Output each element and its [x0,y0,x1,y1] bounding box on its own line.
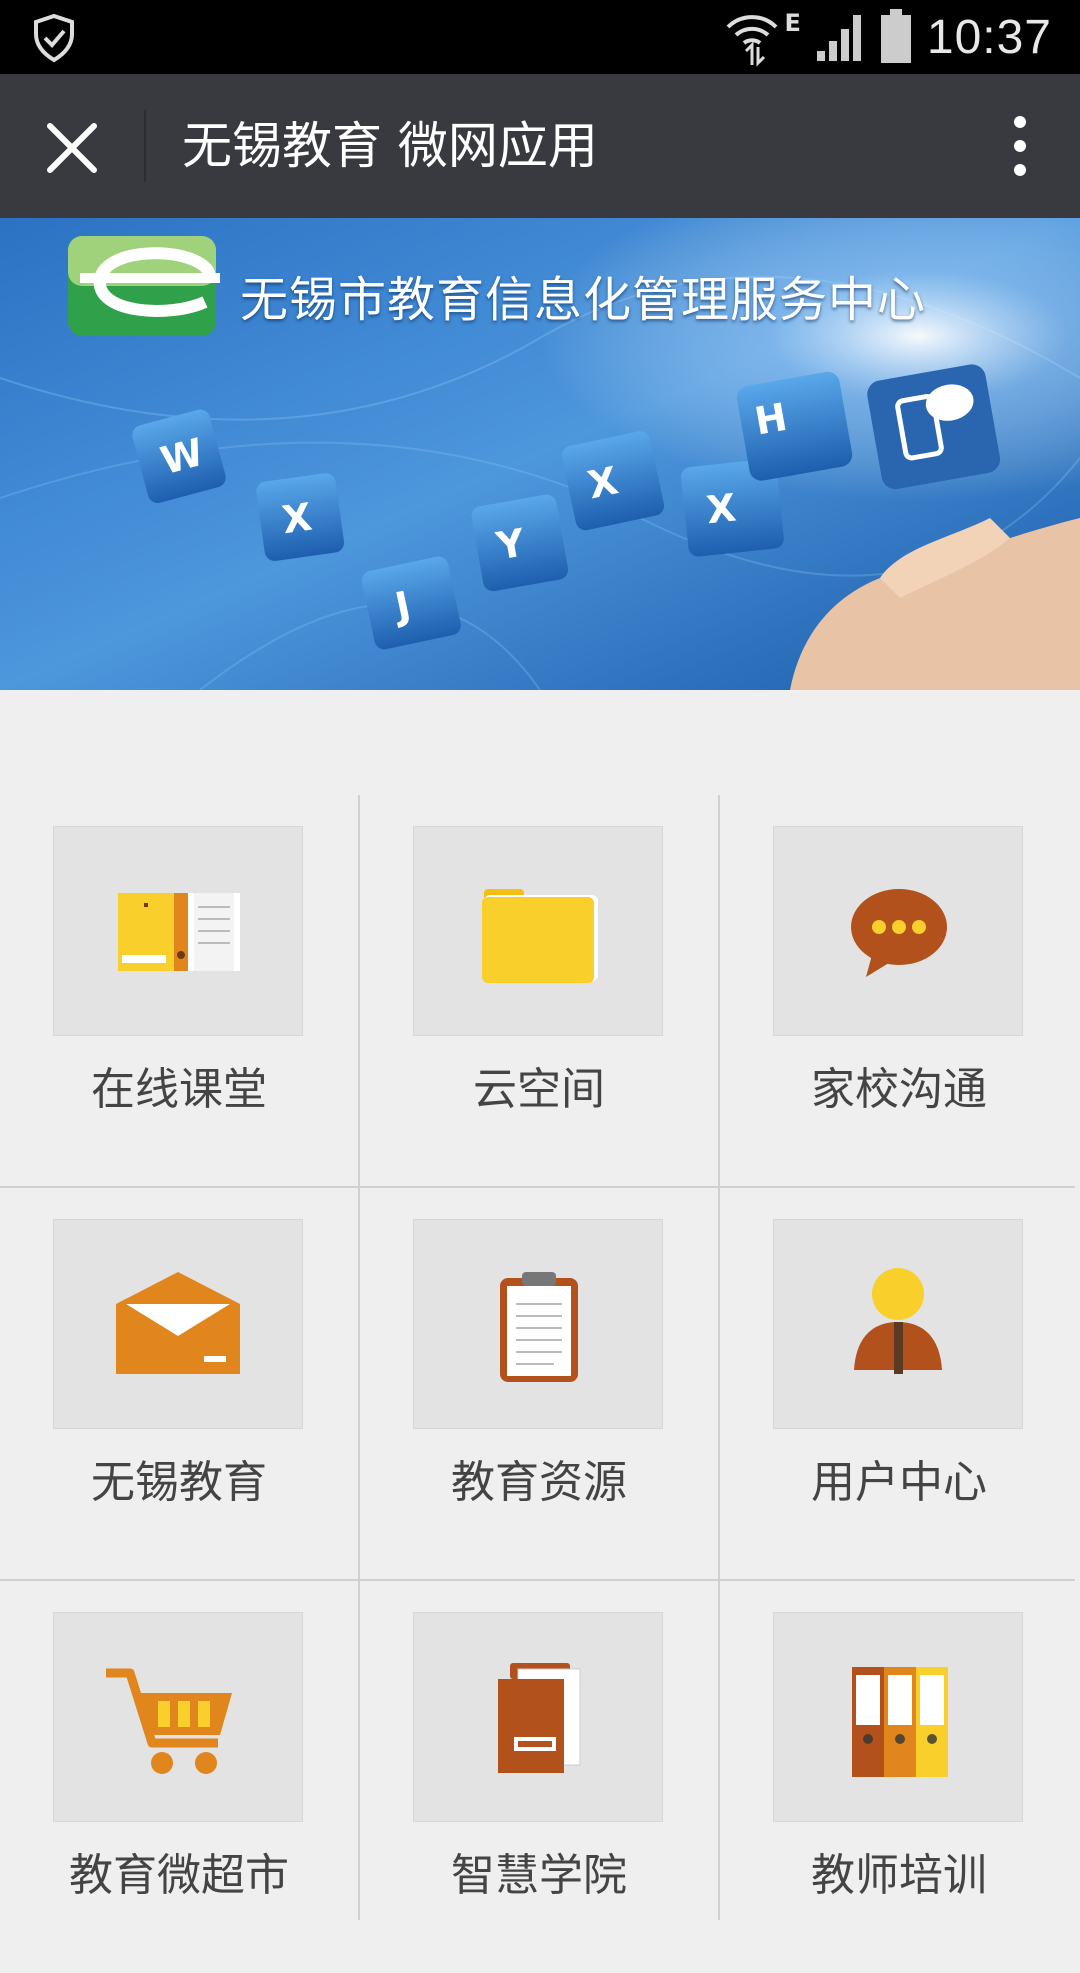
close-icon[interactable] [36,112,108,184]
network-type-label: E [784,9,801,37]
tile [413,1219,663,1429]
grid-item-wuxi-education[interactable]: 无锡教育 [0,1188,358,1580]
grid-item-label: 教育微超市 [69,1850,289,1901]
user-icon [854,1268,942,1374]
tile [53,1612,303,1822]
battery-icon [880,9,911,63]
folder-icon [482,889,598,983]
envelope-icon [116,1272,240,1374]
logo-icon [68,236,220,336]
banner-title: 无锡市教育信息化管理服务中心 [240,272,927,328]
app-grid: 在线课堂 云空间 家校沟通 无锡教育 教育资源 用户中心 教育微超市 智慧学院 … [0,795,1080,1920]
grid-item-label: 家校沟通 [811,1064,987,1115]
app-bar-divider [144,110,146,182]
app-bar: 无锡教育 微网应用 [0,74,1080,218]
grid-item-micro-market[interactable]: 教育微超市 [0,1581,358,1973]
tile [773,1219,1023,1429]
status-bar: E 10:37 [0,0,1080,74]
clipboard-icon [500,1272,578,1382]
tile [53,1219,303,1429]
banner[interactable]: W X J Y X X H 无锡市教育信息化管理服务中心 [0,218,1080,690]
tile [773,826,1023,1036]
grid-item-cloud-space[interactable]: 云空间 [360,795,718,1187]
wifi-icon [727,15,778,67]
binders-icon [852,1667,948,1777]
tile [413,1612,663,1822]
book-folder-icon [498,1663,581,1773]
grid-item-label: 在线课堂 [91,1064,267,1115]
grid-item-user-center[interactable]: 用户中心 [720,1188,1078,1580]
grid-item-online-class[interactable]: 在线课堂 [0,795,358,1187]
svg-text:X: X [704,486,738,533]
signal-icon [816,15,861,61]
grid-item-label: 智慧学院 [451,1850,627,1901]
grid-item-teacher-training[interactable]: 教师培训 [720,1581,1078,1973]
svg-text:X: X [279,495,314,543]
shield-check-icon [34,13,74,63]
grid-item-label: 云空间 [473,1064,605,1115]
page-title: 无锡教育 微网应用 [182,117,598,175]
grid-item-label: 用户中心 [811,1457,987,1508]
tile [413,826,663,1036]
grid-item-smart-academy[interactable]: 智慧学院 [360,1581,718,1973]
grid-item-label: 教育资源 [451,1457,627,1508]
shopping-cart-icon [106,1668,232,1774]
chat-bubble-icon [851,889,947,977]
grid-item-home-school[interactable]: 家校沟通 [720,795,1078,1187]
grid-item-edu-resources[interactable]: 教育资源 [360,1188,718,1580]
tile [773,1612,1023,1822]
grid-item-label: 教师培训 [811,1850,987,1901]
clock: 10:37 [926,10,1052,64]
tile [53,826,303,1036]
status-icons: E 10:37 [724,0,1052,74]
notebook-icon [118,893,240,971]
grid-item-label: 无锡教育 [91,1457,267,1508]
more-vertical-icon[interactable] [988,110,1052,182]
